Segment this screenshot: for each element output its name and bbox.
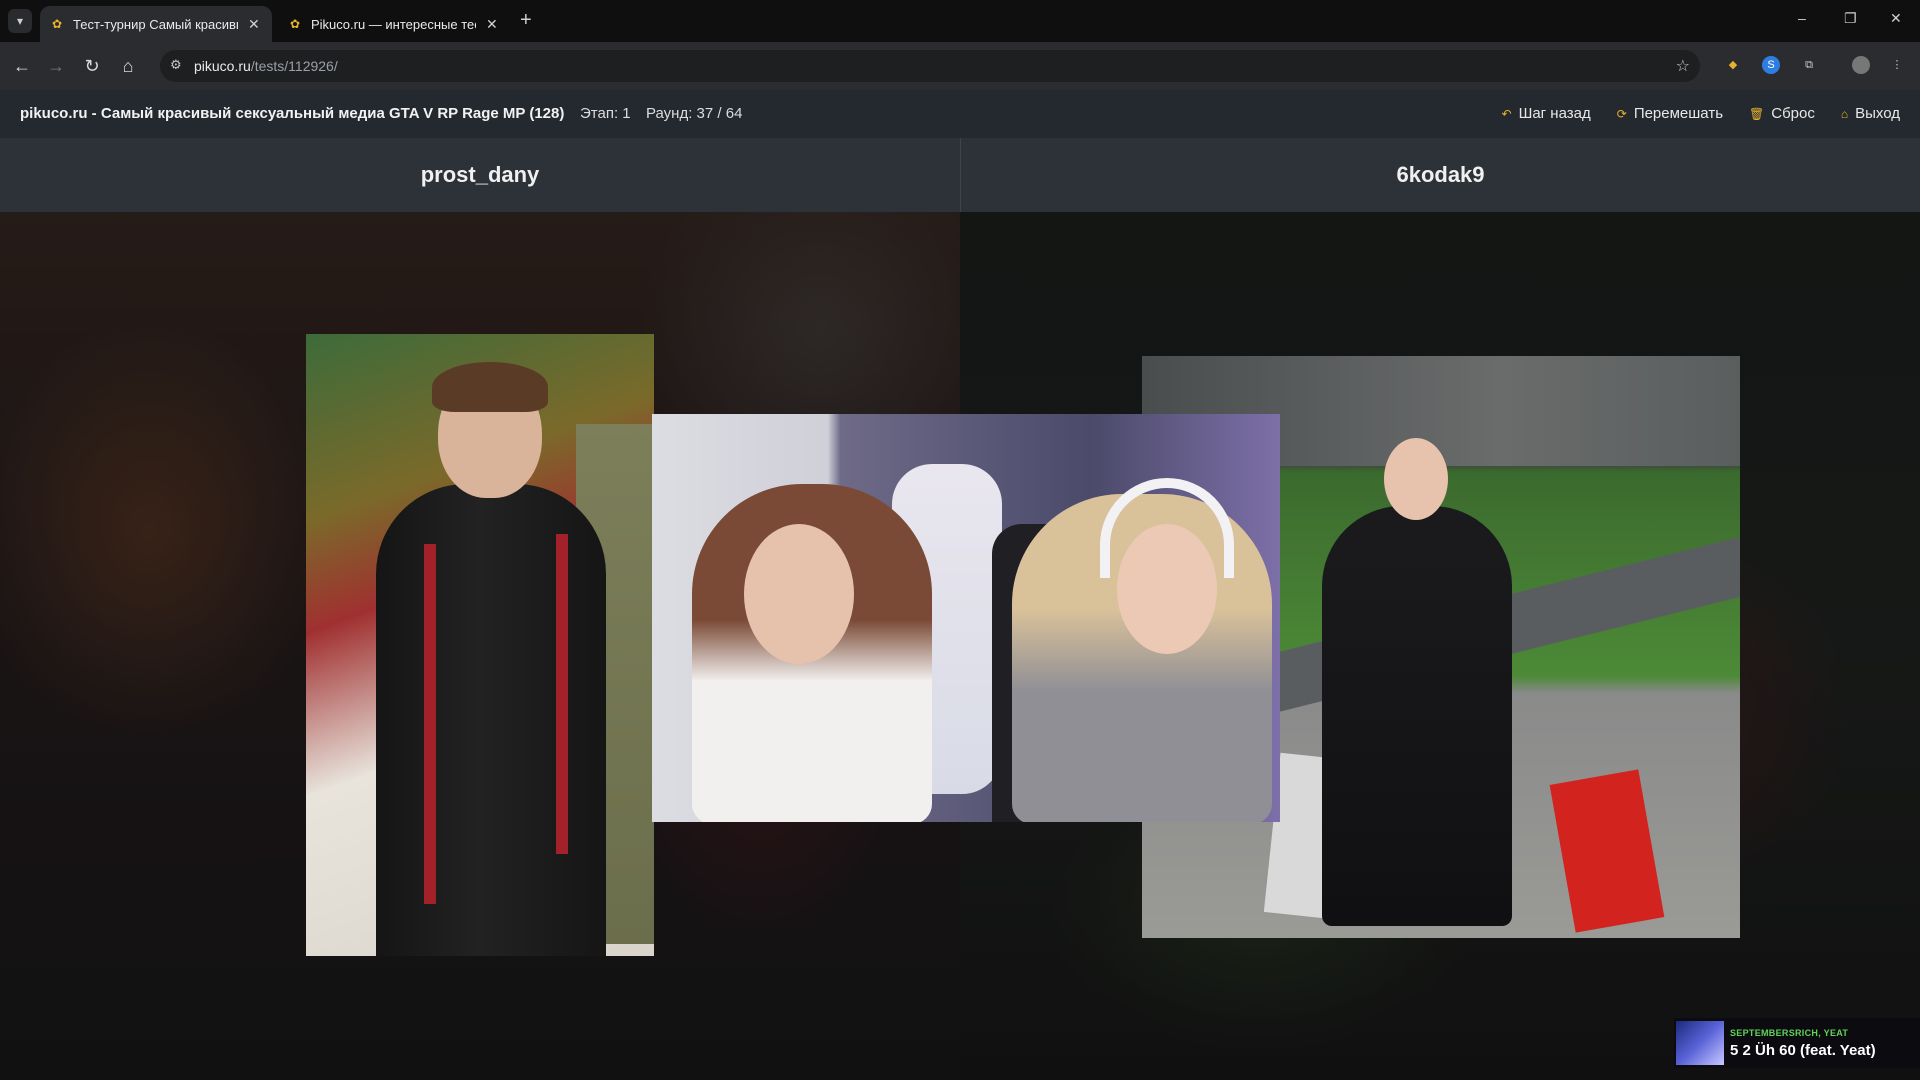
minimize-button[interactable]: –: [1798, 10, 1806, 26]
url-text[interactable]: pikuco.ru/tests/112926/: [194, 58, 338, 74]
site-header: pikuco.ru - Самый красивый сексуальный м…: [0, 90, 1920, 138]
stage-indicator: Этап: 1: [580, 105, 631, 122]
site-favicon-icon: ✿: [51, 17, 63, 31]
step-back-button[interactable]: ↶ Шаг назад: [1502, 105, 1591, 122]
url-path: /tests/112926/: [250, 58, 338, 74]
browser-menu-icon[interactable]: ⋮: [1888, 56, 1906, 74]
exit-label: Выход: [1855, 105, 1900, 122]
photo-face: [744, 524, 854, 664]
photo-figure: [376, 484, 606, 956]
step-back-label: Шаг назад: [1518, 105, 1591, 122]
home-icon: ⌂: [1840, 106, 1849, 121]
photo-detail: [432, 362, 548, 412]
header-actions: ↶ Шаг назад ⟳ Перемешать 🗑 Сброс ⌂ Выход: [1502, 105, 1900, 122]
back-button[interactable]: ←: [10, 54, 34, 78]
tab-close-icon[interactable]: ✕: [486, 16, 498, 33]
test-title: pikuco.ru - Самый красивый сексуальный м…: [20, 105, 565, 122]
undo-icon: ↶: [1501, 106, 1512, 121]
extensions-puzzle-icon[interactable]: ⧉: [1800, 56, 1818, 74]
url-host: pikuco.ru: [194, 58, 251, 74]
tab-title: Тест-турнир Самый красивый: [73, 16, 238, 32]
browser-tab-active[interactable]: ✿ Тест-турнир Самый красивый ✕: [40, 6, 272, 42]
tab-close-icon[interactable]: ✕: [248, 16, 260, 33]
reset-label: Сброс: [1771, 105, 1815, 122]
contestant-left-name[interactable]: prost_dany: [0, 138, 960, 212]
reload-button[interactable]: ↻: [80, 54, 104, 78]
site-info-icon[interactable]: ⚙: [170, 57, 182, 73]
photo-figure: [1322, 506, 1512, 926]
extension-icon[interactable]: ◆: [1724, 56, 1742, 74]
shuffle-label: Перемешать: [1633, 105, 1724, 122]
tab-title: Pikuco.ru — интересные тесты: [311, 16, 476, 32]
contestant-name-bar: prost_dany 6kodak9: [0, 138, 1920, 212]
round-indicator: Раунд: 37 / 64: [646, 105, 743, 122]
browser-toolbar: ← → ↻ ⌂ ⚙ pikuco.ru/tests/112926/ ☆ ◆ S …: [0, 42, 1920, 90]
close-window-button[interactable]: ✕: [1890, 10, 1902, 27]
photo-detail: [556, 534, 568, 854]
shuffle-button[interactable]: ⟳ Перемешать: [1617, 105, 1723, 122]
now-playing-widget: SEPTEMBERSRICH, YEAT 5 2 Üh 60 (feat. Ye…: [1674, 1018, 1920, 1068]
new-tab-button[interactable]: +: [520, 10, 532, 30]
tab-search-button[interactable]: ▾: [8, 9, 32, 33]
extension-icon[interactable]: S: [1762, 56, 1780, 74]
photo-face: [1384, 438, 1448, 520]
contestant-right-name[interactable]: 6kodak9: [960, 138, 1920, 212]
headphones-detail: [1100, 478, 1234, 578]
profile-avatar[interactable]: [1852, 56, 1870, 74]
exit-button[interactable]: ⌂ Выход: [1841, 105, 1900, 122]
forward-button[interactable]: →: [44, 54, 68, 78]
browser-tab-strip: ▾ ✿ Тест-турнир Самый красивый ✕ ✿ Pikuc…: [0, 0, 1920, 42]
address-bar[interactable]: ⚙ pikuco.ru/tests/112926/ ☆: [160, 50, 1700, 82]
stream-overlay-photo: [652, 414, 1280, 822]
tournament-stage: SEPTEMBERSRICH, YEAT 5 2 Üh 60 (feat. Ye…: [0, 212, 1920, 1080]
now-playing-artist: SEPTEMBERSRICH, YEAT: [1730, 1028, 1849, 1038]
album-art: [1676, 1021, 1724, 1065]
photo-detail: [424, 544, 436, 904]
shuffle-icon: ⟳: [1616, 106, 1627, 121]
bookmark-star-icon[interactable]: ☆: [1676, 56, 1690, 76]
site-favicon-icon: ✿: [289, 17, 301, 31]
now-playing-track: 5 2 Üh 60 (feat. Yeat): [1730, 1042, 1876, 1059]
restore-button[interactable]: ❐: [1844, 10, 1857, 27]
home-button[interactable]: ⌂: [116, 54, 140, 78]
browser-tab[interactable]: ✿ Pikuco.ru — интересные тесты ✕: [278, 6, 510, 42]
photo-detail: [1549, 769, 1665, 933]
reset-button[interactable]: 🗑 Сброс: [1749, 105, 1815, 122]
contestant-left-photo[interactable]: [306, 334, 654, 956]
trash-icon: 🗑: [1749, 106, 1765, 121]
